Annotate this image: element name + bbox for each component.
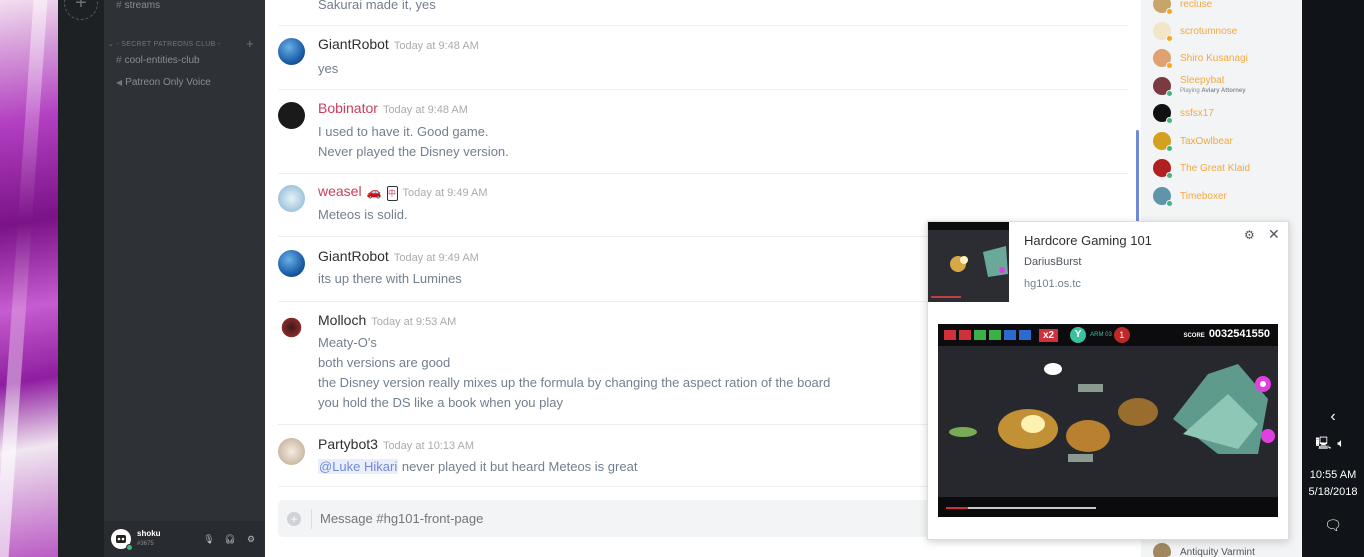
channel-streams[interactable]: # streams bbox=[116, 0, 160, 11]
action-center-icon[interactable]: 🗨︎ bbox=[1302, 517, 1364, 534]
score-label: SCORE bbox=[1183, 333, 1205, 339]
message-text: Never played the Disney version. bbox=[318, 144, 509, 159]
scrollbar-thumb[interactable] bbox=[1136, 130, 1139, 222]
status-dot bbox=[1166, 172, 1173, 179]
message-text: both versions are good bbox=[318, 355, 451, 370]
member-item[interactable]: scrotumnose bbox=[1153, 22, 1237, 42]
avatar[interactable] bbox=[111, 529, 133, 551]
video-domain[interactable]: hg101.os.tc bbox=[1024, 278, 1081, 290]
member-item[interactable]: ssfsx17 bbox=[1153, 104, 1214, 124]
status-dot bbox=[1166, 62, 1173, 69]
message-author[interactable]: GiantRobot bbox=[318, 248, 389, 264]
member-item[interactable]: Shiro Kusanagi bbox=[1153, 49, 1248, 69]
chevron-left-icon[interactable]: ‹ bbox=[1302, 408, 1364, 426]
arm-level: ARM 03 bbox=[1090, 332, 1112, 338]
avatar[interactable] bbox=[278, 102, 305, 129]
volume-icon[interactable]: 🔈︎ bbox=[1337, 436, 1350, 450]
mahjong-emoji-icon: 中 bbox=[386, 186, 398, 201]
game-hud: x2 Y ARM 03 1 SCORE 0032541550 bbox=[938, 324, 1278, 346]
user-mention[interactable]: @Luke Hikari bbox=[318, 459, 399, 474]
message-timestamp: Today at 9:49 AM bbox=[402, 187, 488, 199]
member-item[interactable]: Sleepybat Playing Aviary Attorney bbox=[1153, 76, 1246, 97]
video-popup: Hardcore Gaming 101 DariusBurst hg101.os… bbox=[927, 221, 1289, 540]
video-subtitle: DariusBurst bbox=[1024, 256, 1082, 268]
message-text: Sakurai made it, yes bbox=[318, 0, 436, 12]
message-author[interactable]: Bobinator bbox=[318, 100, 378, 116]
message-text: the Disney version really mixes up the f… bbox=[318, 375, 831, 390]
channel-sidebar: # streams ⌄ - SECRET PATREONS CLUB - + #… bbox=[104, 0, 265, 557]
video-player[interactable]: x2 Y ARM 03 1 SCORE 0032541550 bbox=[938, 324, 1278, 517]
category-secret-patreons-club[interactable]: ⌄ - SECRET PATREONS CLUB - + bbox=[108, 36, 260, 51]
status-dot bbox=[1166, 8, 1173, 15]
avatar[interactable] bbox=[278, 250, 305, 277]
member-item[interactable]: recluse bbox=[1153, 0, 1212, 15]
message-group: Sakurai made it, yes bbox=[278, 0, 1128, 26]
status-online-dot bbox=[126, 544, 133, 551]
network-icon[interactable]: 🖳 bbox=[1315, 436, 1337, 450]
avatar[interactable] bbox=[278, 438, 305, 465]
microphone-icon[interactable]: 🎙︎ bbox=[203, 534, 215, 545]
message-text: Meaty-O's bbox=[318, 335, 377, 350]
gear-icon[interactable]: ⚙ bbox=[1244, 228, 1255, 242]
message-timestamp: Today at 9:48 AM bbox=[393, 40, 479, 52]
score-value: 0032541550 bbox=[1208, 328, 1270, 340]
windows-taskbar: ‹ 🖳🔈︎ 10:55 AM 5/18/2018 🗨︎ bbox=[1302, 0, 1364, 557]
server-list: + bbox=[58, 0, 104, 557]
hash-icon: # bbox=[116, 0, 122, 11]
message-group: GiantRobot Today at 9:48 AM yes bbox=[278, 36, 1128, 90]
status-dot bbox=[1166, 145, 1173, 152]
member-item[interactable]: Timeboxer bbox=[1153, 187, 1227, 207]
avatar[interactable] bbox=[278, 185, 305, 212]
status-dot bbox=[1166, 35, 1173, 42]
user-tag: #3675 bbox=[137, 541, 154, 547]
health-gauge bbox=[944, 330, 1031, 340]
channel-cool-entities-club[interactable]: # cool-entities-club bbox=[116, 55, 200, 66]
message-group: Bobinator Today at 9:48 AM I used to have… bbox=[278, 100, 1128, 174]
desktop-wallpaper bbox=[0, 0, 58, 557]
avatar[interactable] bbox=[278, 314, 305, 341]
message-text: its up there with Lumines bbox=[318, 271, 462, 286]
member-item[interactable]: Antiquity Varmint bbox=[1153, 543, 1255, 557]
message-text: yes bbox=[318, 61, 339, 76]
message-text: you hold the DS like a book when you pla… bbox=[318, 395, 563, 410]
message-timestamp: Today at 9:48 AM bbox=[382, 104, 468, 116]
multiplier-badge: x2 bbox=[1039, 328, 1059, 342]
upload-plus-icon[interactable]: + bbox=[287, 511, 301, 526]
avatar[interactable] bbox=[278, 38, 305, 65]
status-dot bbox=[1166, 90, 1173, 97]
username: shoku bbox=[137, 529, 161, 538]
message-author[interactable]: GiantRobot bbox=[318, 36, 389, 52]
message-timestamp: Today at 9:49 AM bbox=[393, 252, 479, 264]
message-text: I used to have it. Good game. bbox=[318, 124, 489, 139]
message-timestamp: Today at 10:13 AM bbox=[382, 440, 475, 452]
add-channel-icon[interactable]: + bbox=[246, 36, 254, 51]
message-timestamp: Today at 9:53 AM bbox=[371, 316, 457, 328]
status-dot bbox=[1166, 117, 1173, 124]
message-author[interactable]: Partybot3 bbox=[318, 436, 378, 452]
message-text: never played it but heard Meteos is grea… bbox=[398, 459, 638, 474]
add-server-button[interactable]: + bbox=[64, 0, 98, 20]
clock-date[interactable]: 5/18/2018 bbox=[1302, 486, 1364, 498]
close-icon[interactable]: ✕ bbox=[1268, 226, 1280, 243]
zone-badge: Y bbox=[1070, 327, 1087, 343]
car-emoji-icon: 🚗 bbox=[366, 185, 382, 199]
voice-channel-patreon-only[interactable]: ◀ Patreon Only Voice bbox=[116, 77, 211, 88]
gear-icon[interactable]: ⚙ bbox=[245, 534, 257, 545]
message-author[interactable]: weasel bbox=[318, 183, 362, 199]
headphones-icon[interactable]: 🎧︎ bbox=[224, 534, 236, 545]
video-title[interactable]: Hardcore Gaming 101 bbox=[1024, 233, 1152, 248]
message-input[interactable] bbox=[320, 511, 920, 526]
message-text: Meteos is solid. bbox=[318, 207, 408, 222]
status-dot bbox=[1166, 200, 1173, 207]
member-item[interactable]: The Great Klaid bbox=[1153, 159, 1250, 179]
hash-icon: # bbox=[116, 55, 122, 66]
video-thumbnail[interactable] bbox=[928, 222, 1009, 302]
robot-avatar-icon bbox=[116, 535, 126, 543]
speaker-icon: ◀ bbox=[116, 78, 123, 87]
user-panel: shoku #3675 🎙︎ 🎧︎ ⚙ bbox=[104, 521, 265, 557]
clock-time[interactable]: 10:55 AM bbox=[1302, 469, 1364, 481]
lives-badge: 1 bbox=[1113, 327, 1130, 343]
member-item[interactable]: TaxOwlbear bbox=[1153, 132, 1233, 152]
message-author[interactable]: Molloch bbox=[318, 312, 366, 328]
